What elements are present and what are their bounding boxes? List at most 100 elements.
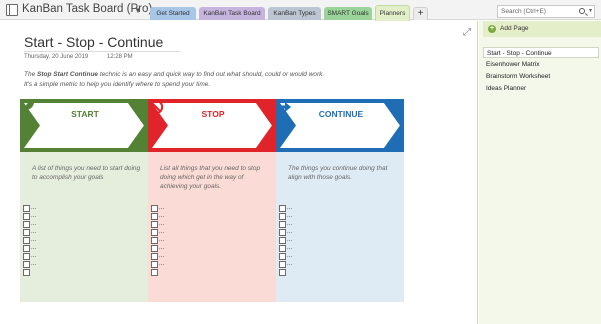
start-description[interactable]: A list of things you need to start doing…: [32, 164, 144, 182]
tab-kanban-task-board[interactable]: KanBan Task Board: [199, 7, 265, 20]
page-canvas: ⤢ Start - Stop - Continue Thursday, 20 J…: [0, 21, 478, 324]
continue-description[interactable]: The things you continue doing that align…: [288, 164, 400, 182]
continue-column: CONTINUE The things you continue doing t…: [276, 99, 404, 302]
checklist-text[interactable]: ...: [31, 245, 36, 252]
continue-header-banner: [276, 99, 404, 152]
page-item-brainstorm-worksheet[interactable]: Brainstorm Worksheet: [483, 71, 599, 82]
tab-smart-goals[interactable]: SMART Goals: [324, 7, 372, 20]
checkbox[interactable]: [23, 236, 30, 244]
checklist-text[interactable]: ...: [159, 261, 164, 268]
checklist-text[interactable]: ...: [159, 213, 164, 220]
checkbox[interactable]: [279, 244, 286, 252]
chevron-down-icon[interactable]: ▼: [134, 6, 142, 15]
checklist-text[interactable]: ...: [31, 205, 36, 212]
add-page-button[interactable]: + Add Page: [483, 21, 601, 37]
search-icon[interactable]: [579, 8, 585, 14]
page-title[interactable]: Start - Stop - Continue: [24, 34, 163, 50]
checklist-text[interactable]: ...: [31, 221, 36, 228]
checklist-text[interactable]: ...: [31, 253, 36, 260]
start-checklist: ... ... ... ... ... ... ... ...: [23, 204, 36, 276]
checklist-text[interactable]: ...: [159, 229, 164, 236]
page-item-ideas-planner[interactable]: Ideas Planner: [483, 83, 599, 94]
checkbox[interactable]: [279, 268, 286, 276]
tab-kanban-types[interactable]: KanBan Types: [268, 7, 321, 20]
stop-description[interactable]: List all things that you need to stop do…: [160, 164, 272, 191]
checklist-text[interactable]: ...: [159, 245, 164, 252]
page-date: Thursday, 20 June 2019: [24, 54, 89, 60]
list-item: [279, 268, 292, 276]
stop-header-banner: [148, 99, 276, 152]
checklist-text[interactable]: ...: [31, 237, 36, 244]
list-item: ...: [151, 252, 164, 260]
page-item-start-stop-continue[interactable]: Start - Stop - Continue: [483, 47, 599, 58]
stop-header: STOP: [148, 99, 276, 152]
notebook-icon: [6, 4, 18, 16]
intro-text: The: [24, 71, 38, 78]
stop-column: STOP List all things that you need to st…: [148, 99, 276, 302]
checkbox[interactable]: [279, 260, 286, 268]
checklist-text[interactable]: ...: [287, 229, 292, 236]
continue-label: CONTINUE: [318, 109, 364, 119]
checkbox[interactable]: [279, 220, 286, 228]
checkbox[interactable]: [23, 260, 30, 268]
list-item: [151, 268, 164, 276]
checkbox[interactable]: [279, 204, 286, 212]
checkbox[interactable]: [279, 228, 286, 236]
checklist-text[interactable]: ...: [159, 205, 164, 212]
intro-line-1[interactable]: The Stop Start Continue technic is an ea…: [24, 71, 324, 78]
stop-label: STOP: [201, 109, 225, 119]
list-item: ...: [151, 244, 164, 252]
list-item: ...: [23, 252, 36, 260]
checkbox[interactable]: [23, 228, 30, 236]
checklist-text[interactable]: ...: [31, 261, 36, 268]
intro-line-2[interactable]: It's a simple metric to help you identif…: [24, 81, 210, 88]
checkbox[interactable]: [151, 236, 158, 244]
pages-panel: + Add Page Start - Stop - Continue Eisen…: [479, 21, 601, 324]
checkbox[interactable]: [151, 268, 158, 276]
tab-get-started[interactable]: Get Started: [150, 7, 196, 20]
continue-header: CONTINUE: [276, 99, 404, 152]
checklist-text[interactable]: ...: [287, 205, 292, 212]
chevron-down-icon[interactable]: ▾: [589, 6, 592, 17]
checklist-text[interactable]: ...: [287, 221, 292, 228]
checkbox[interactable]: [23, 220, 30, 228]
list-item: ...: [23, 212, 36, 220]
checkbox[interactable]: [279, 236, 286, 244]
checklist-text[interactable]: ...: [31, 229, 36, 236]
search-input[interactable]: Search (Ctrl+E) ▾: [497, 5, 595, 18]
checkbox[interactable]: [151, 244, 158, 252]
checklist-text[interactable]: ...: [287, 245, 292, 252]
checkbox[interactable]: [151, 252, 158, 260]
checkbox[interactable]: [279, 252, 286, 260]
list-item: ...: [151, 212, 164, 220]
checklist-text[interactable]: ...: [159, 253, 164, 260]
list-item: ...: [279, 204, 292, 212]
checkbox[interactable]: [151, 220, 158, 228]
checklist-text[interactable]: ...: [159, 221, 164, 228]
checkbox[interactable]: [151, 212, 158, 220]
checkbox[interactable]: [23, 244, 30, 252]
plus-icon: +: [488, 25, 496, 33]
checklist-text[interactable]: ...: [159, 237, 164, 244]
expand-icon[interactable]: ⤢: [463, 27, 471, 38]
checklist-text[interactable]: ...: [31, 213, 36, 220]
checkbox[interactable]: [23, 212, 30, 220]
notebook-title[interactable]: KanBan Task Board (Pro): [22, 3, 152, 15]
checkbox[interactable]: [151, 228, 158, 236]
checklist-text[interactable]: ...: [287, 261, 292, 268]
checklist-text[interactable]: ...: [287, 253, 292, 260]
checkbox[interactable]: [151, 260, 158, 268]
checkbox[interactable]: [151, 204, 158, 212]
tab-planners[interactable]: Planners: [375, 5, 410, 21]
checklist-text[interactable]: ...: [287, 237, 292, 244]
page-item-eisenhower-matrix[interactable]: Eisenhower Matrix: [483, 59, 599, 70]
add-page-label: Add Page: [500, 25, 529, 32]
checklist-text[interactable]: ...: [287, 213, 292, 220]
checkbox[interactable]: [23, 268, 30, 276]
checkbox[interactable]: [23, 204, 30, 212]
start-header: START: [20, 99, 148, 152]
checkbox[interactable]: [279, 212, 286, 220]
arrow-right-icon: [278, 102, 291, 112]
add-section-button[interactable]: +: [413, 7, 428, 20]
checkbox[interactable]: [23, 252, 30, 260]
